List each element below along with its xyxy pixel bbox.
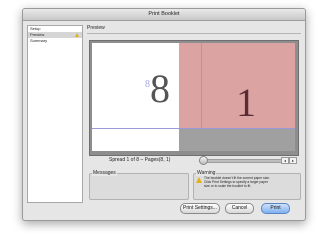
- warning-text: The booklet doesn't fit the current pape…: [204, 176, 270, 189]
- cancel-button[interactable]: Cancel: [225, 203, 254, 214]
- left-page: 8 8: [92, 43, 179, 151]
- overflow-area: [179, 128, 295, 151]
- sidebar-item-label: Preview: [30, 32, 45, 37]
- messages-label: Messages: [92, 170, 117, 176]
- sidebar: Setup Preview Summary: [27, 25, 83, 203]
- left-page-number: 8: [150, 66, 170, 111]
- warning-box: Warning The booklet doesn't fit the curr…: [193, 170, 301, 200]
- window-title: Print Booklet: [23, 9, 305, 21]
- column-guide: [201, 43, 202, 151]
- preview-canvas: 8 8 1: [89, 40, 299, 156]
- print-booklet-dialog: Print Booklet Setup Preview Summary Prev…: [22, 8, 306, 221]
- print-button[interactable]: Print: [261, 203, 290, 214]
- sidebar-item-summary[interactable]: Summary: [28, 38, 82, 44]
- messages-box: Messages: [89, 170, 189, 200]
- spread-label: Spread 1 of 8 – Pages(8, 1): [109, 157, 171, 163]
- next-spread-button[interactable]: ▸: [289, 157, 297, 164]
- warning-icon: [196, 177, 202, 183]
- margin-guide: [92, 128, 179, 129]
- print-settings-button[interactable]: Print Settings...: [180, 203, 220, 214]
- margin-guide: [179, 128, 295, 129]
- right-page-number: 1: [236, 80, 256, 125]
- divider: [87, 33, 301, 34]
- sidebar-item-label: Setup: [30, 26, 41, 31]
- right-page: 1: [179, 43, 295, 151]
- warning-icon: [75, 32, 79, 37]
- previous-spread-button[interactable]: ◂: [281, 157, 289, 164]
- slider-knob[interactable]: [199, 156, 208, 165]
- sidebar-item-label: Summary: [30, 38, 48, 43]
- preview-heading: Preview: [87, 25, 105, 31]
